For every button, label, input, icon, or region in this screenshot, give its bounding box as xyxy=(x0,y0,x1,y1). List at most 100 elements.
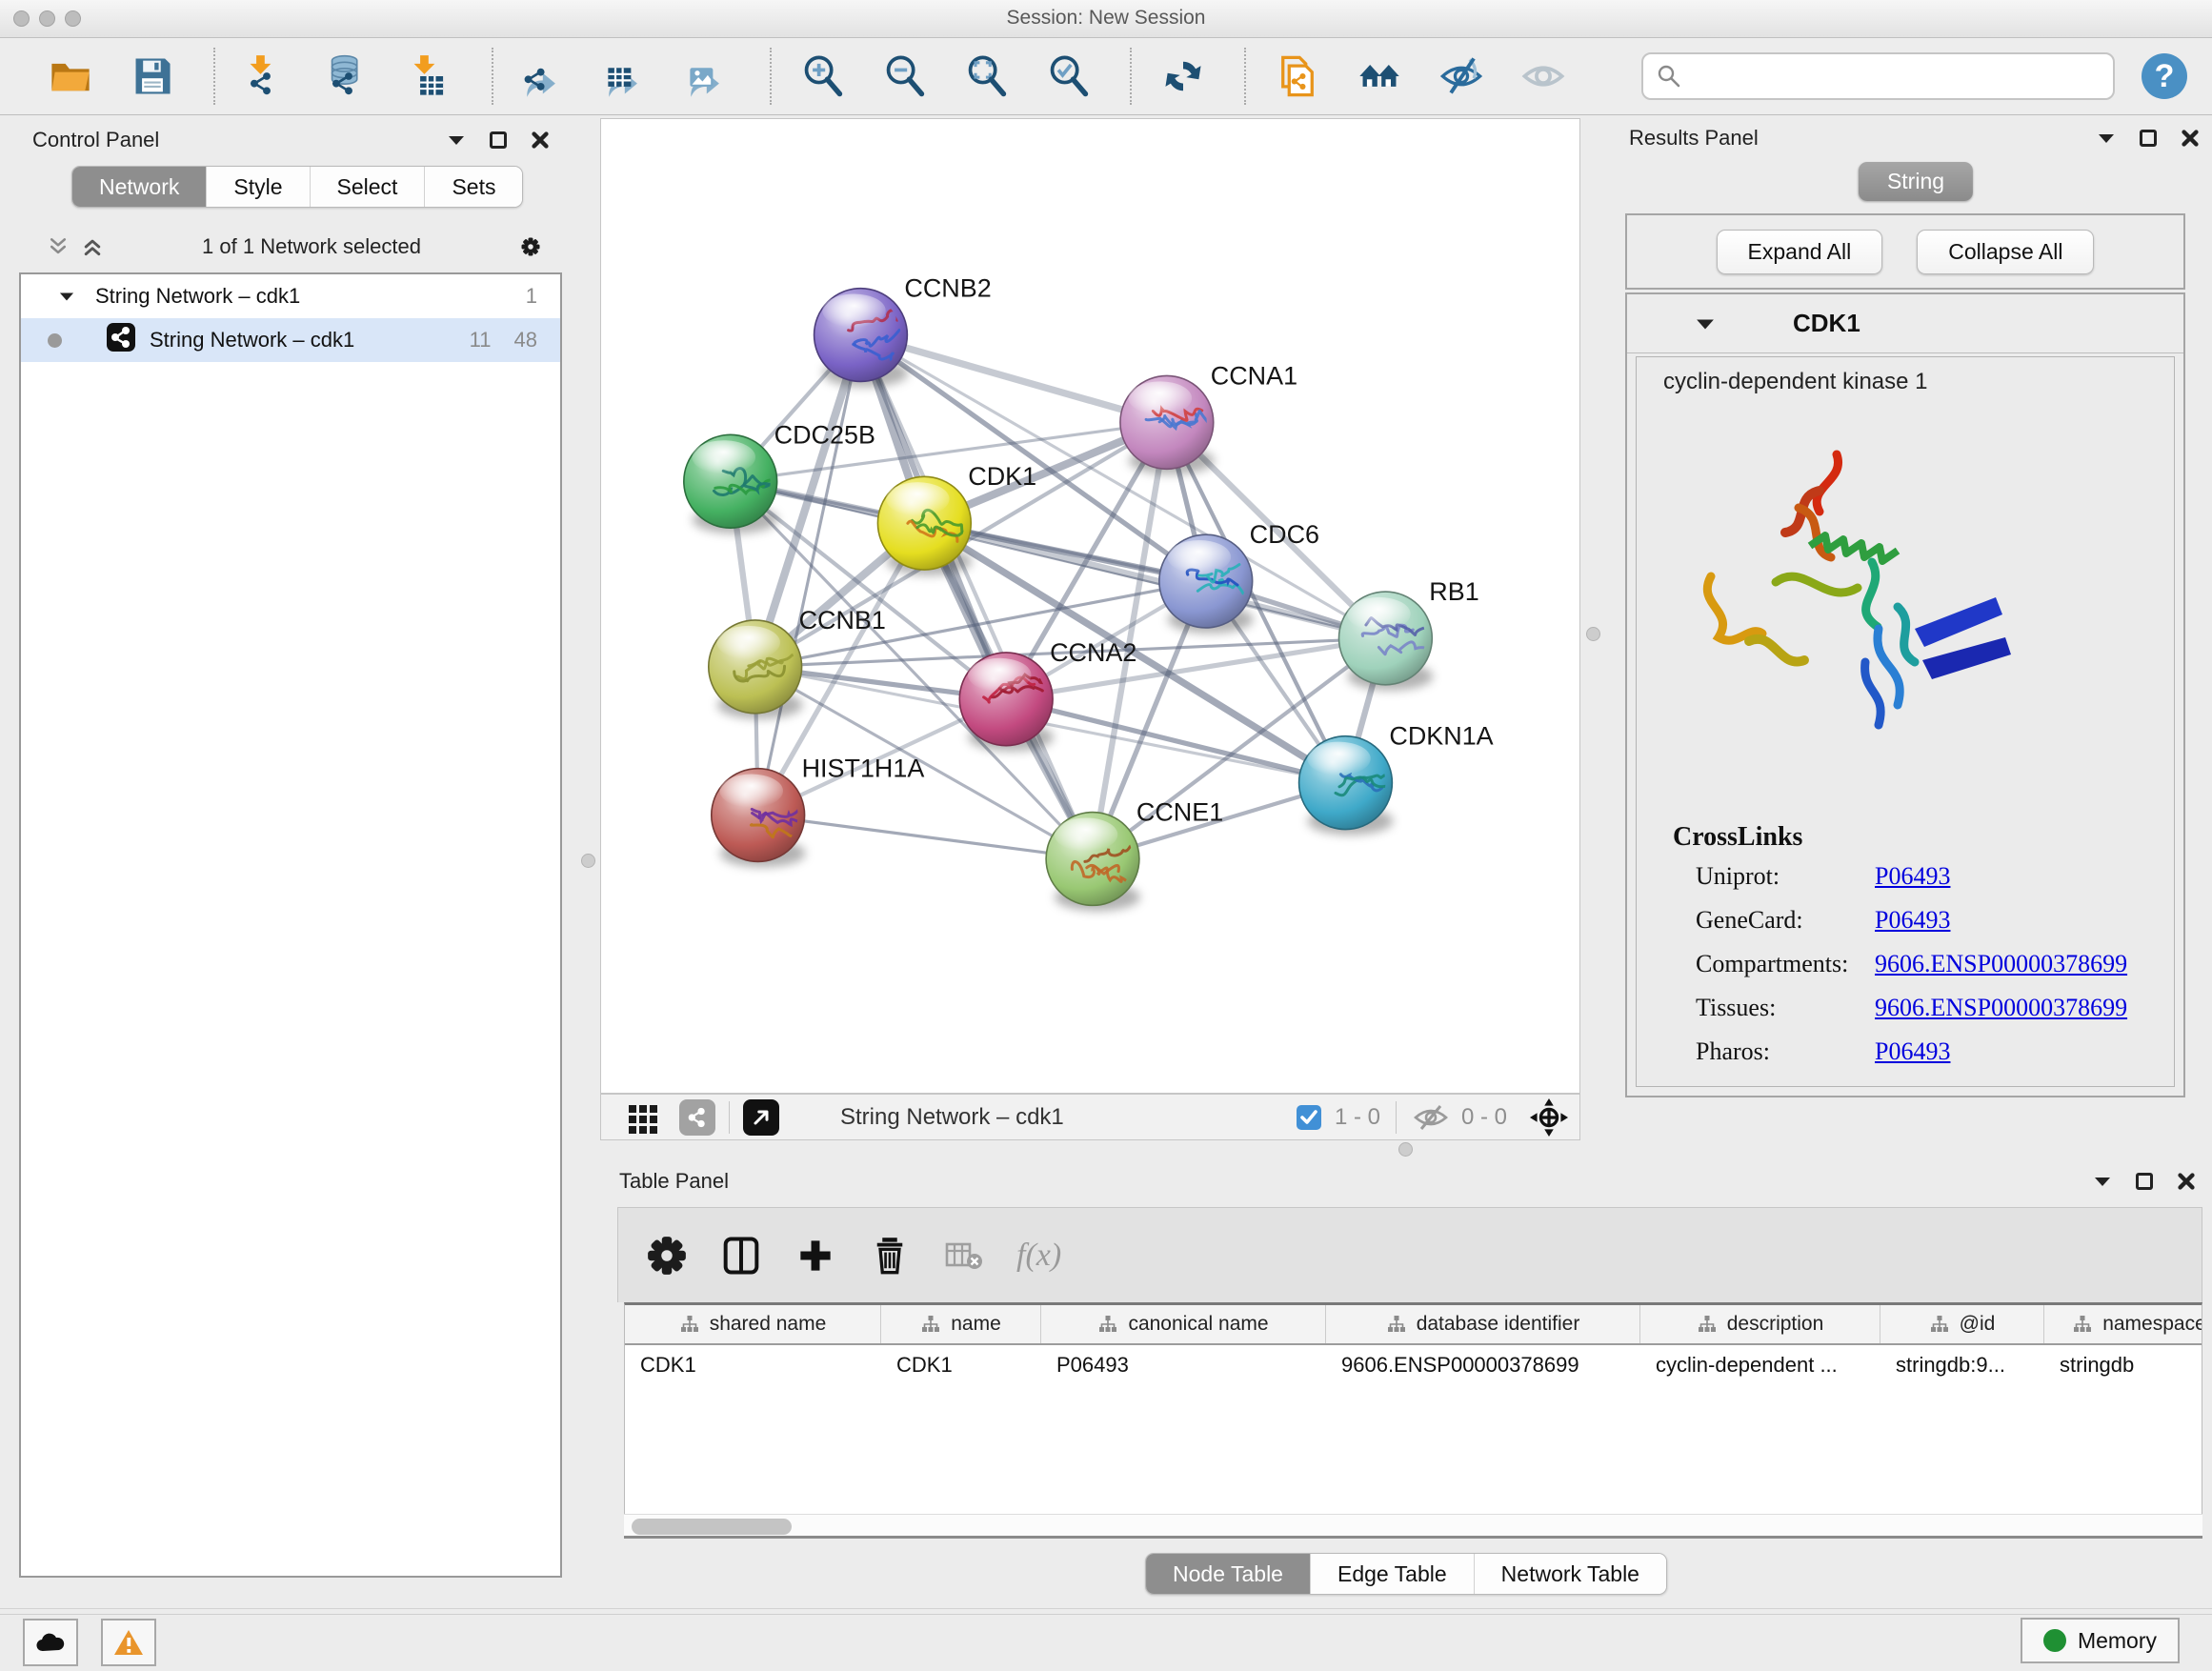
edge-CCNB2-HIST1H1A[interactable] xyxy=(758,335,861,815)
hidden-eye-slash-icon[interactable] xyxy=(1412,1103,1450,1132)
close-table-icon[interactable] xyxy=(2176,1171,2197,1192)
node-CDC25B[interactable] xyxy=(684,434,778,534)
tab-style[interactable]: Style xyxy=(206,167,309,207)
add-column-icon[interactable] xyxy=(794,1234,837,1278)
node-label-CDK1: CDK1 xyxy=(968,462,1036,491)
close-panel-icon[interactable] xyxy=(530,130,551,151)
delete-table-icon xyxy=(942,1234,986,1278)
collapse-results-icon[interactable] xyxy=(2096,128,2117,149)
selection-mode-crosshair-icon[interactable] xyxy=(1528,1097,1570,1138)
show-all-button[interactable] xyxy=(1517,50,1570,103)
crosslink-row: Compartments:9606.ENSP00000378699 xyxy=(1696,950,2155,988)
network-canvas[interactable]: CCNB2CCNA1CDC25BCDK1CDC6RB1CCNB1CCNA2CDK… xyxy=(600,118,1580,1094)
node-RB1[interactable] xyxy=(1338,592,1433,691)
export-table-button[interactable] xyxy=(600,50,654,103)
crosslink-value-link[interactable]: 9606.ENSP00000378699 xyxy=(1875,950,2127,978)
refresh-view-button[interactable] xyxy=(1156,50,1210,103)
warnings-button[interactable] xyxy=(101,1619,156,1666)
save-session-button[interactable] xyxy=(126,50,179,103)
node-CCNB2[interactable] xyxy=(814,289,909,388)
collapse-panel-icon[interactable] xyxy=(446,130,467,151)
toolbar-separator xyxy=(492,48,493,105)
close-results-icon[interactable] xyxy=(2180,128,2201,149)
table-cell: CDK1 xyxy=(881,1345,1041,1387)
network-collection-row[interactable]: String Network – cdk1 1 xyxy=(21,274,560,318)
tab-string[interactable]: String xyxy=(1859,162,1973,201)
memory-button[interactable]: Memory xyxy=(2021,1618,2180,1663)
table-row[interactable]: CDK1CDK1P064939606.ENSP00000378699cyclin… xyxy=(625,1345,2202,1387)
right-splitter-handle[interactable] xyxy=(1586,627,1600,641)
selected-checkbox-icon[interactable] xyxy=(1295,1103,1323,1132)
tab-edge-table[interactable]: Edge Table xyxy=(1310,1554,1474,1594)
tab-select[interactable]: Select xyxy=(310,167,425,207)
tab-network-table[interactable]: Network Table xyxy=(1474,1554,1666,1594)
crosslink-value-link[interactable]: P06493 xyxy=(1875,862,1950,891)
import-table-from-file-button[interactable] xyxy=(404,50,457,103)
crosslink-value-link[interactable]: P06493 xyxy=(1875,1037,1950,1066)
scrollbar-thumb[interactable] xyxy=(632,1519,792,1535)
node-CDC6[interactable] xyxy=(1159,534,1254,634)
node-CCNA1[interactable] xyxy=(1120,375,1215,474)
string-query-button[interactable] xyxy=(1353,50,1406,103)
show-columns-icon[interactable] xyxy=(719,1234,763,1278)
collapse-all-button[interactable]: Collapse All xyxy=(1917,230,2094,274)
control-panel-title: Control Panel xyxy=(32,128,159,152)
network-options-gear-icon[interactable] xyxy=(520,236,541,257)
collapse-all-icon[interactable] xyxy=(48,236,69,257)
open-in-browser-icon[interactable] xyxy=(743,1099,779,1136)
column-header-shared-name[interactable]: shared name xyxy=(625,1305,881,1343)
export-image-button[interactable] xyxy=(682,50,735,103)
hide-unselected-button[interactable] xyxy=(1435,50,1488,103)
open-session-button[interactable] xyxy=(44,50,97,103)
crosslink-value-link[interactable]: 9606.ENSP00000378699 xyxy=(1875,994,2127,1022)
network-overview-icon[interactable] xyxy=(679,1099,715,1136)
float-results-icon[interactable] xyxy=(2138,128,2159,149)
tab-network[interactable]: Network xyxy=(72,167,206,207)
clone-network-button[interactable] xyxy=(1271,50,1324,103)
cloud-tasks-button[interactable] xyxy=(23,1619,78,1666)
expand-all-icon[interactable] xyxy=(82,236,103,257)
search-box[interactable] xyxy=(1641,52,2115,100)
tab-sets[interactable]: Sets xyxy=(424,167,522,207)
node-CDKN1A[interactable] xyxy=(1299,736,1394,836)
tab-node-table[interactable]: Node Table xyxy=(1146,1554,1310,1594)
zoom-selected-button[interactable] xyxy=(1042,50,1096,103)
gene-header-row[interactable]: CDK1 xyxy=(1627,294,2183,353)
node-attribute-table[interactable]: shared namenamecanonical namedatabase id… xyxy=(624,1302,2202,1514)
edge-HIST1H1A-CCNE1[interactable] xyxy=(758,815,1093,859)
zoom-out-button[interactable] xyxy=(878,50,932,103)
grid-view-icon[interactable] xyxy=(626,1100,660,1135)
help-button[interactable]: ? xyxy=(2142,53,2187,99)
zoom-fit-button[interactable] xyxy=(960,50,1014,103)
delete-column-icon[interactable] xyxy=(868,1234,912,1278)
node-CDK1[interactable] xyxy=(877,476,972,575)
table-horizontal-scrollbar[interactable] xyxy=(624,1514,2202,1539)
column-header-description[interactable]: description xyxy=(1640,1305,1880,1343)
column-header-@id[interactable]: @id xyxy=(1880,1305,2044,1343)
column-header-database-identifier[interactable]: database identifier xyxy=(1326,1305,1640,1343)
crosslink-value-link[interactable]: P06493 xyxy=(1875,906,1950,935)
column-header-canonical-name[interactable]: canonical name xyxy=(1041,1305,1326,1343)
edge-CCNB2-CCNA1[interactable] xyxy=(860,335,1166,423)
import-network-from-file-button[interactable] xyxy=(240,50,293,103)
left-splitter-handle[interactable] xyxy=(581,854,595,868)
selected-count: 1 - 0 xyxy=(1335,1104,1380,1131)
expand-all-button[interactable]: Expand All xyxy=(1717,230,1883,274)
column-header-name[interactable]: name xyxy=(881,1305,1041,1343)
float-panel-icon[interactable] xyxy=(488,130,509,151)
bottom-splitter-handle[interactable] xyxy=(1398,1142,1413,1157)
node-CCNA2[interactable] xyxy=(959,653,1057,752)
search-input[interactable] xyxy=(1681,64,2081,89)
export-network-button[interactable] xyxy=(518,50,572,103)
network-graph[interactable]: CCNB2CCNA1CDC25BCDK1CDC6RB1CCNB1CCNA2CDK… xyxy=(601,119,1579,1093)
column-header-namespace[interactable]: namespace xyxy=(2044,1305,2202,1343)
network-row[interactable]: String Network – cdk1 11 48 xyxy=(21,318,560,362)
node-label-CCNE1: CCNE1 xyxy=(1136,798,1223,827)
import-network-from-database-button[interactable] xyxy=(322,50,375,103)
table-options-gear-icon[interactable] xyxy=(645,1234,689,1278)
node-CCNE1[interactable] xyxy=(1046,813,1140,912)
zoom-in-button[interactable] xyxy=(796,50,850,103)
float-table-icon[interactable] xyxy=(2134,1171,2155,1192)
collapse-table-icon[interactable] xyxy=(2092,1171,2113,1192)
node-HIST1H1A[interactable] xyxy=(712,769,806,868)
